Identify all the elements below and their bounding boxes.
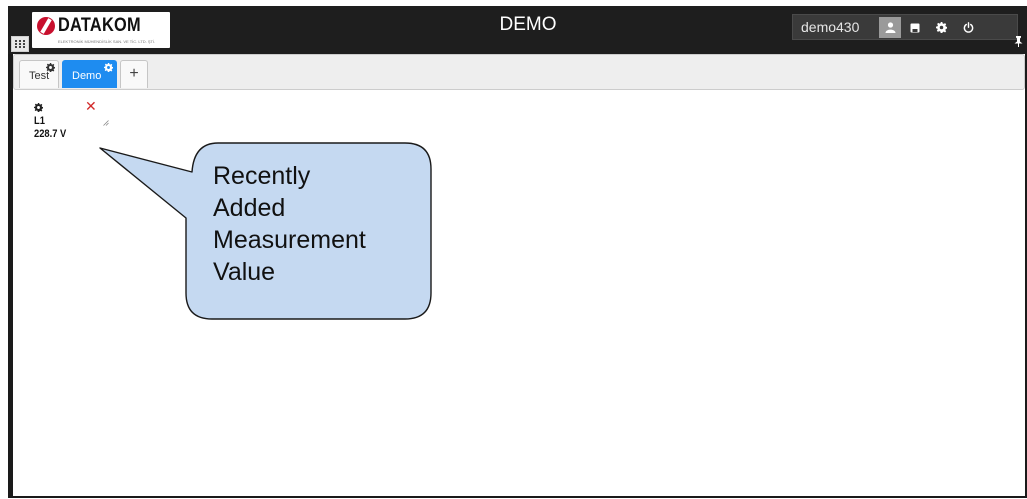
callout-line: Added	[213, 194, 286, 222]
callout-line: Recently	[213, 162, 311, 190]
callout-line: Value	[213, 258, 276, 286]
callout-text: Recently Added Measurement Value	[213, 160, 423, 288]
callout-bubble	[99, 142, 432, 320]
callout-line: Measurement	[213, 226, 366, 254]
